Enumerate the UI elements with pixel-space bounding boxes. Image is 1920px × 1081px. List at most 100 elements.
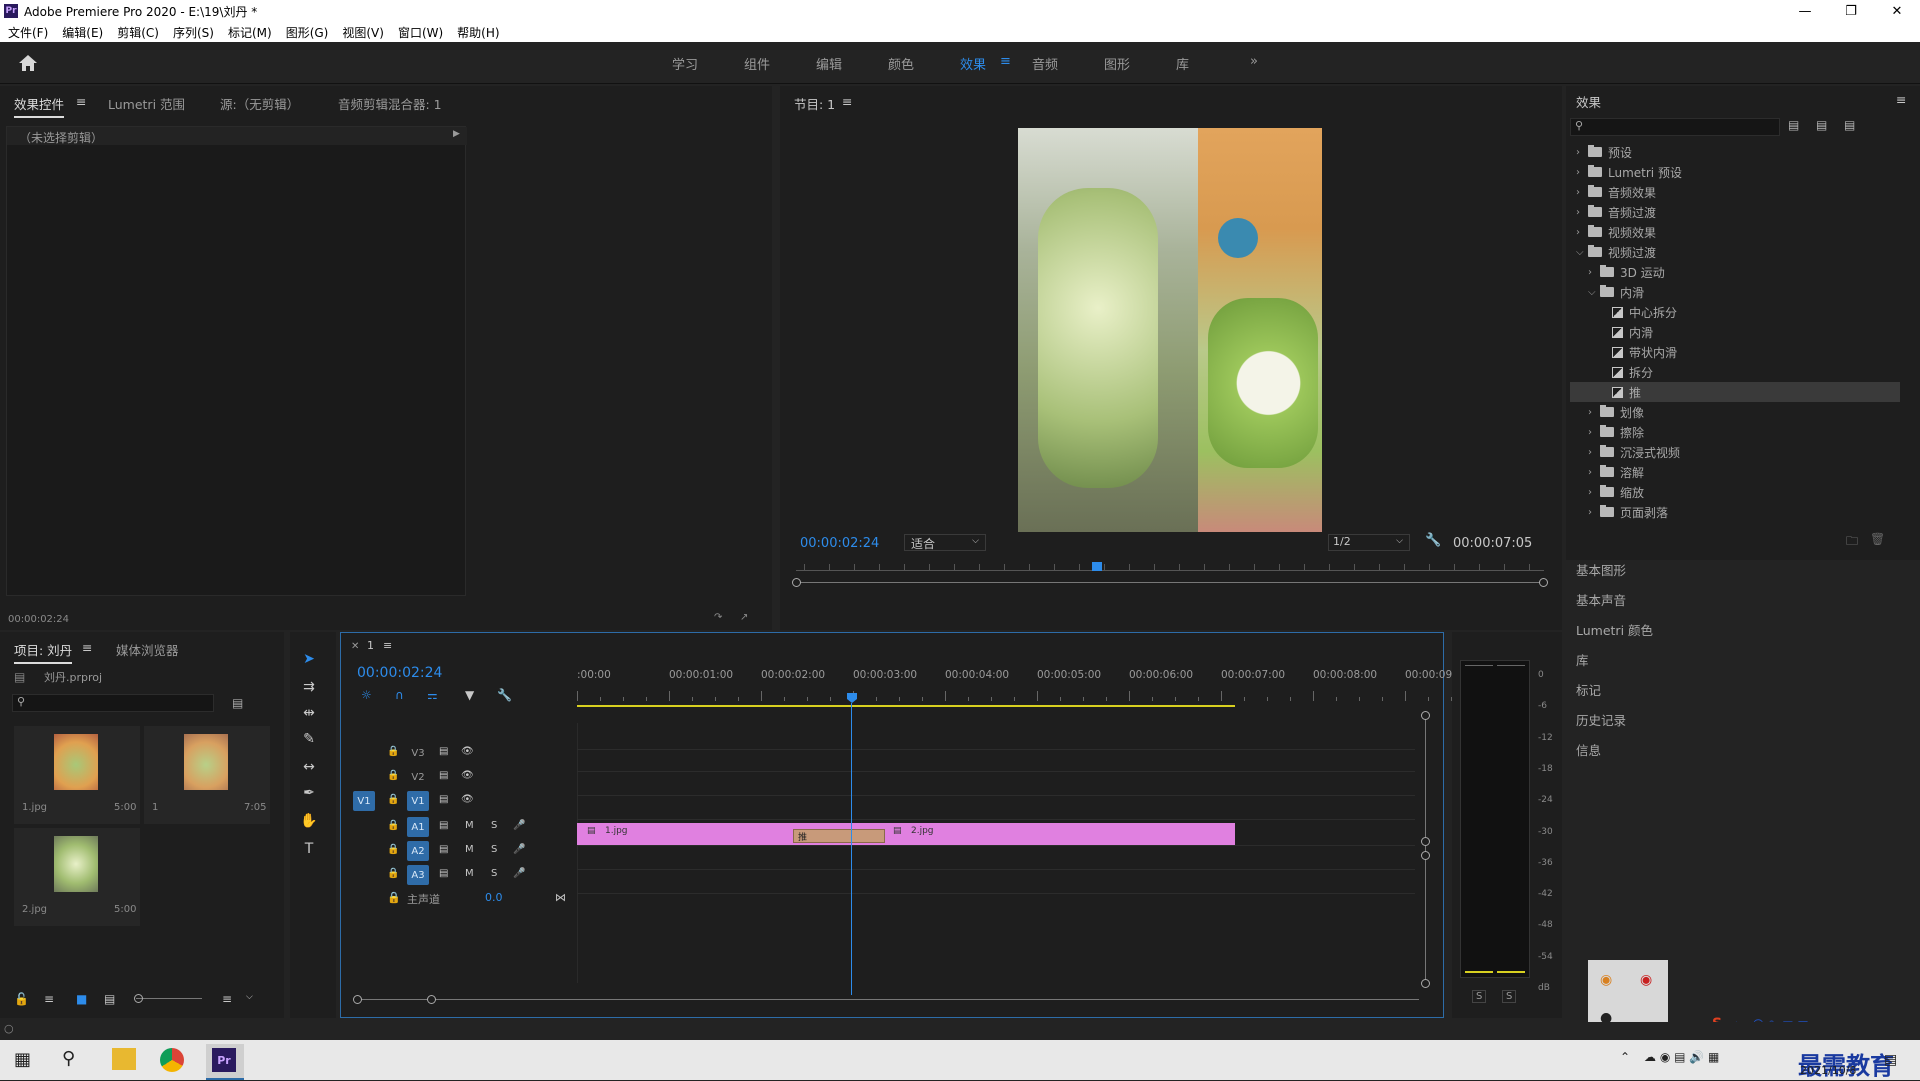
effects-tree-item[interactable]: ⌵ 内滑 xyxy=(1570,282,1900,302)
sync-lock-icon[interactable]: ▤ xyxy=(439,820,448,831)
solo-button[interactable]: S xyxy=(491,868,497,879)
track-target-a3[interactable]: A3 xyxy=(407,865,429,885)
wrench-icon[interactable]: 🔧 xyxy=(497,688,512,702)
hand-tool-icon[interactable]: ✋ xyxy=(298,810,320,832)
panel-essential-graphics[interactable]: 基本图形 xyxy=(1576,560,1626,579)
workspace-learn[interactable]: 学习 xyxy=(672,54,698,73)
program-video-frame[interactable] xyxy=(1018,128,1322,532)
program-menu-icon[interactable]: ≡ xyxy=(842,94,852,109)
effects-tree-item[interactable]: › 沉浸式视频 xyxy=(1570,442,1900,462)
file-explorer-icon[interactable] xyxy=(112,1048,136,1070)
microphone-icon[interactable]: 🎤 xyxy=(513,844,525,855)
timeline-v-scrollbar[interactable] xyxy=(1425,715,1426,983)
toggle-output-eye-icon[interactable]: 👁 xyxy=(461,746,474,757)
home-icon[interactable] xyxy=(18,54,38,72)
accelerated-effects-icon[interactable]: ▤ xyxy=(1788,118,1799,132)
chevron-right-icon[interactable]: › xyxy=(1576,187,1588,198)
tab-menu-icon[interactable]: ≡ xyxy=(76,94,86,109)
icon-view-icon[interactable]: ■ xyxy=(76,992,87,1006)
yuv-effects-icon[interactable]: ▤ xyxy=(1844,118,1855,132)
timeline-h-scrollbar[interactable] xyxy=(359,999,1419,1000)
snap-icon[interactable]: ∩ xyxy=(395,688,404,702)
track-lock-icon[interactable]: 🔒 xyxy=(387,844,399,855)
track-target-a2[interactable]: A2 xyxy=(407,841,429,861)
chevron-right-icon[interactable]: › xyxy=(1588,427,1600,438)
32bit-effects-icon[interactable]: ▤ xyxy=(1816,118,1827,132)
workspace-color[interactable]: 颜色 xyxy=(888,54,914,73)
effects-menu-icon[interactable]: ≡ xyxy=(1896,92,1906,107)
source-patch-v1[interactable]: V1 xyxy=(353,791,375,811)
delete-icon[interactable]: 🗑 xyxy=(1870,532,1885,546)
track-lock-icon[interactable]: 🔒 xyxy=(387,794,399,805)
track-lock-icon[interactable]: 🔒 xyxy=(387,746,399,757)
find-icon[interactable]: ▤ xyxy=(232,696,243,710)
close-tab-icon[interactable]: ✕ xyxy=(351,641,359,652)
track-target-a1[interactable]: A1 xyxy=(407,817,429,837)
pen-tool-icon[interactable]: ✒ xyxy=(298,782,320,804)
fit-dropdown[interactable]: 适合 ⌵ xyxy=(904,534,986,551)
toggle-output-eye-icon[interactable]: 👁 xyxy=(461,794,474,805)
share-icon[interactable]: ↗ xyxy=(740,612,748,623)
transition-push[interactable]: 推 xyxy=(793,829,885,843)
workspace-graphics[interactable]: 图形 xyxy=(1104,54,1130,73)
effects-tree-item[interactable]: › 音频效果 xyxy=(1570,182,1900,202)
lock-icon[interactable]: 🔓 xyxy=(14,992,29,1006)
panel-info[interactable]: 信息 xyxy=(1576,740,1601,759)
sync-lock-icon[interactable]: ▤ xyxy=(439,844,448,855)
slip-tool-icon[interactable]: ↔ xyxy=(298,756,320,778)
new-bin-icon[interactable]: 🗀 xyxy=(1846,532,1858,553)
workspace-libraries[interactable]: 库 xyxy=(1176,54,1189,73)
windows-start-icon[interactable]: ▦ xyxy=(14,1049,31,1070)
list-view-icon[interactable]: ≡ xyxy=(44,992,54,1006)
zoom-handle-right[interactable] xyxy=(1539,578,1548,587)
linked-selection-icon[interactable]: ⚎ xyxy=(427,688,438,702)
effects-tree-item[interactable]: › 3D 运动 xyxy=(1570,262,1900,282)
effects-tree-item[interactable]: 中心拆分 xyxy=(1570,302,1900,322)
chevron-right-icon[interactable]: › xyxy=(1588,467,1600,478)
sync-lock-icon[interactable]: ▤ xyxy=(439,868,448,879)
solo-button[interactable]: S xyxy=(491,820,497,831)
effects-tree-item[interactable]: › 音频过渡 xyxy=(1570,202,1900,222)
effects-tree-item[interactable]: › 视频效果 xyxy=(1570,222,1900,242)
project-item-1jpg[interactable]: 1.jpg 5:00 xyxy=(14,726,140,824)
menu-help[interactable]: 帮助(H) xyxy=(457,24,499,41)
expand-icon[interactable]: ▶ xyxy=(453,129,460,139)
zoom-slider[interactable] xyxy=(136,998,202,999)
solo-button[interactable]: S xyxy=(491,844,497,855)
effects-tree-item[interactable]: › 缩放 xyxy=(1570,482,1900,502)
sync-lock-icon[interactable]: ▤ xyxy=(439,794,448,805)
program-playhead[interactable] xyxy=(1091,562,1102,571)
timeline-ruler[interactable]: :00:00 00:00:01:00 00:00:02:00 00:00:03:00 0… xyxy=(577,669,1475,709)
clip-track-v1[interactable]: ▤ 1.jpg ▤ 2.jpg 推 xyxy=(577,823,1235,845)
panel-libraries[interactable]: 库 xyxy=(1576,650,1589,669)
premiere-taskbar-icon[interactable]: Pr xyxy=(212,1048,236,1072)
microphone-icon[interactable]: 🎤 xyxy=(513,868,525,879)
workspace-menu-icon[interactable]: ≡ xyxy=(1000,54,1011,69)
chevron-right-icon[interactable]: › xyxy=(1588,267,1600,278)
effects-tree-item[interactable]: › 划像 xyxy=(1570,402,1900,422)
chevron-right-icon[interactable]: › xyxy=(1588,487,1600,498)
menu-sequence[interactable]: 序列(S) xyxy=(173,24,214,41)
wrench-icon[interactable]: 🔧 xyxy=(1425,533,1441,548)
toggle-output-eye-icon[interactable]: 👁 xyxy=(461,770,474,781)
effects-tree-item[interactable]: › 擦除 xyxy=(1570,422,1900,442)
effects-search-input[interactable]: ⚲ xyxy=(1570,118,1780,136)
workspace-editing[interactable]: 编辑 xyxy=(816,54,842,73)
chevron-down-icon[interactable]: ⌵ xyxy=(1576,247,1588,258)
tab-audio-clip-mixer[interactable]: 音频剪辑混合器: 1 xyxy=(338,94,442,113)
effects-tree-item[interactable]: 拆分 xyxy=(1570,362,1900,382)
project-item-sequence[interactable]: 1 7:05 xyxy=(144,726,270,824)
add-marker-icon[interactable]: ▼ xyxy=(465,688,474,702)
tab-program[interactable]: 节目: 1 xyxy=(794,94,835,113)
chevron-down-icon[interactable]: ⌵ xyxy=(246,992,253,1002)
chevron-down-icon[interactable]: ⌵ xyxy=(1588,287,1600,298)
panel-lumetri-color[interactable]: Lumetri 颜色 xyxy=(1576,620,1653,639)
mute-button[interactable]: M xyxy=(465,868,474,879)
panel-essential-sound[interactable]: 基本声音 xyxy=(1576,590,1626,609)
export-frame-icon[interactable]: ↷ xyxy=(714,612,722,623)
menu-window[interactable]: 窗口(W) xyxy=(398,24,443,41)
workspace-audio[interactable]: 音频 xyxy=(1032,54,1058,73)
minimize-icon[interactable]: — xyxy=(1782,0,1828,22)
panel-markers[interactable]: 标记 xyxy=(1576,680,1601,699)
ripple-edit-tool-icon[interactable]: ⇹ xyxy=(298,702,320,724)
